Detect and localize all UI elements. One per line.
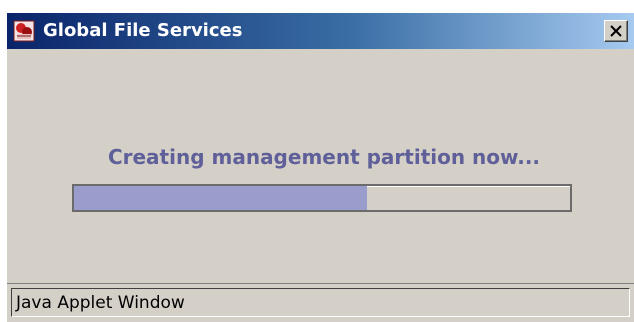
close-button[interactable] xyxy=(604,20,628,42)
java-applet-icon[interactable] xyxy=(13,20,35,42)
status-bar-field: Java Applet Window xyxy=(11,288,630,317)
status-bar-text: Java Applet Window xyxy=(16,293,185,313)
progress-bar xyxy=(72,184,572,212)
window-title: Global File Services xyxy=(43,20,243,41)
close-x-icon xyxy=(610,25,622,37)
status-message: Creating management partition now... xyxy=(107,145,541,169)
status-bar: Java Applet Window xyxy=(7,283,634,322)
applet-window: Global File Services Creating management… xyxy=(7,13,634,322)
content-panel: Creating management partition now... xyxy=(7,49,634,281)
progress-fill xyxy=(74,186,367,210)
title-bar[interactable]: Global File Services xyxy=(7,13,634,49)
